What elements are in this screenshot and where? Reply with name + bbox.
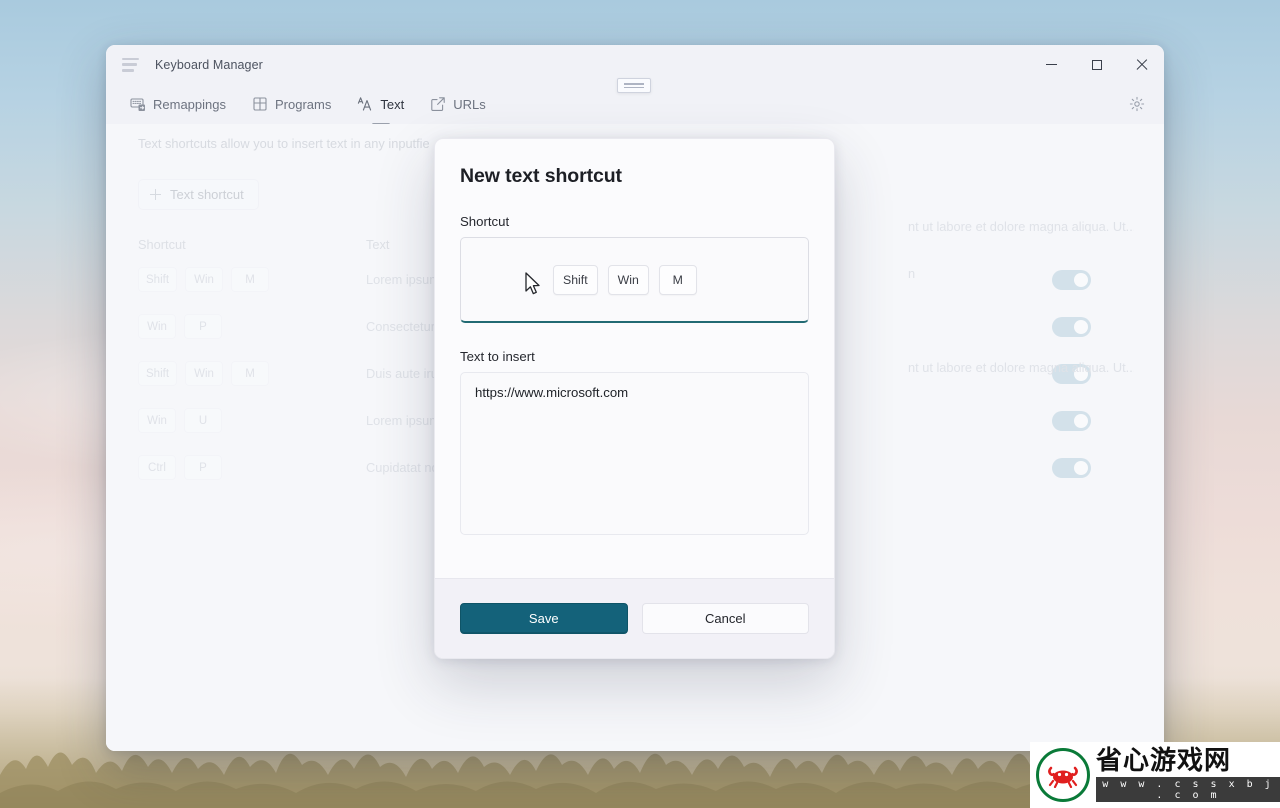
settings-button[interactable] bbox=[1122, 89, 1152, 119]
close-button[interactable] bbox=[1119, 45, 1164, 84]
app-grid-icon bbox=[253, 97, 267, 111]
watermark-url: w w w . c s s x b j . c o m bbox=[1096, 777, 1280, 802]
tab-programs-label: Programs bbox=[275, 96, 332, 112]
external-link-icon bbox=[431, 97, 445, 111]
tab-remappings[interactable]: Remappings bbox=[122, 85, 234, 123]
window-controls bbox=[1029, 45, 1164, 84]
tab-urls[interactable]: URLs bbox=[422, 85, 494, 123]
tab-remappings-label: Remappings bbox=[153, 96, 226, 112]
minimize-button[interactable] bbox=[1029, 45, 1074, 84]
dialog-title: New text shortcut bbox=[460, 165, 622, 187]
minimize-icon bbox=[1046, 63, 1057, 66]
dialog-body: New text shortcut Shortcut Shift Win M T… bbox=[435, 139, 834, 578]
text-to-insert-label: Text to insert bbox=[460, 349, 535, 364]
new-text-shortcut-dialog: New text shortcut Shortcut Shift Win M T… bbox=[434, 138, 835, 659]
shortcut-key-chip: M bbox=[658, 264, 697, 295]
text-to-insert-input[interactable]: https://www.microsoft.com bbox=[460, 372, 809, 535]
text-to-insert-value: https://www.microsoft.com bbox=[475, 385, 629, 400]
snap-layout-hint[interactable] bbox=[617, 78, 651, 93]
tab-text-label: Text bbox=[380, 96, 405, 112]
save-button[interactable]: Save bbox=[460, 603, 628, 634]
tab-text[interactable]: Text bbox=[349, 85, 412, 126]
window-title: Keyboard Manager bbox=[155, 57, 263, 72]
shortcut-input[interactable]: Shift Win M bbox=[460, 237, 809, 323]
keyboard-remap-icon bbox=[130, 98, 145, 111]
menu-lines-icon bbox=[122, 57, 139, 72]
tab-programs[interactable]: Programs bbox=[244, 85, 339, 123]
shortcut-key-chip: Shift bbox=[553, 264, 598, 295]
close-icon bbox=[1136, 59, 1148, 71]
font-aa-icon bbox=[358, 97, 372, 111]
crab-in-circle-icon bbox=[1036, 748, 1090, 802]
dialog-footer: Save Cancel bbox=[435, 578, 834, 658]
watermark-text-block: 省心游戏网 w w w . c s s x b j . c o m bbox=[1096, 748, 1280, 802]
maximize-button[interactable] bbox=[1074, 45, 1119, 84]
maximize-icon bbox=[1091, 59, 1102, 70]
shortcut-key-chip: Win bbox=[607, 264, 649, 295]
gear-icon bbox=[1129, 96, 1145, 112]
shortcut-field-label: Shortcut bbox=[460, 214, 510, 229]
desktop-wallpaper: Keyboard Manager Remappings Programs Tex… bbox=[0, 0, 1280, 808]
watermark-site-name: 省心游戏网 bbox=[1096, 746, 1232, 776]
tab-urls-label: URLs bbox=[453, 96, 486, 112]
site-watermark: 省心游戏网 w w w . c s s x b j . c o m bbox=[1030, 742, 1280, 808]
cancel-button[interactable]: Cancel bbox=[641, 603, 809, 634]
